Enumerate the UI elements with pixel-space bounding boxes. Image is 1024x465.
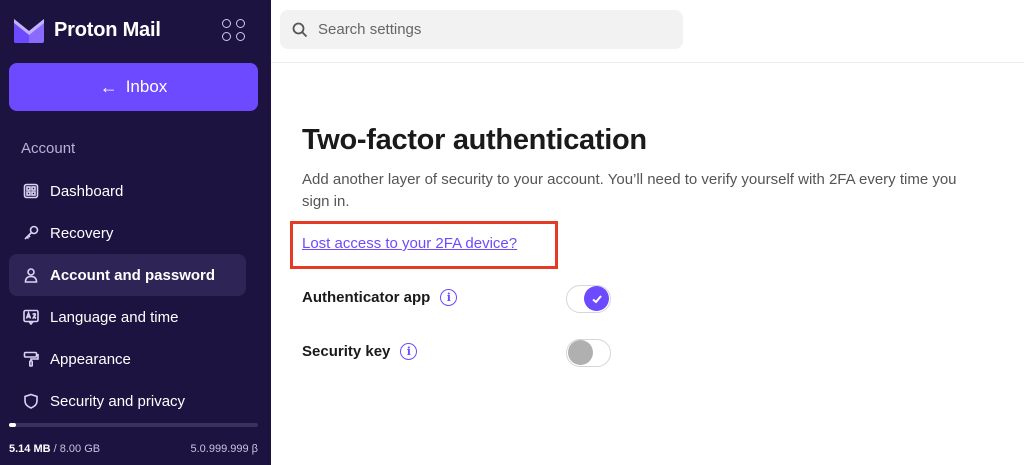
shield-icon: [22, 392, 40, 410]
sidebar-item-label: Appearance: [50, 350, 131, 368]
authenticator-app-label: Authenticator app: [302, 289, 431, 306]
paint-roller-icon: [22, 350, 40, 368]
settings-nav: Dashboard Recovery Account and password …: [9, 170, 246, 422]
toggle-knob: [584, 286, 609, 311]
search-icon: [292, 22, 308, 37]
storage-used: 5.14 MB: [9, 443, 51, 455]
section-label-account: Account: [21, 140, 76, 157]
authenticator-app-row: Authenticator app i: [302, 289, 458, 306]
storage-total: / 8.00 GB: [50, 443, 101, 455]
sidebar-item-appearance[interactable]: Appearance: [9, 338, 246, 380]
topbar: [271, 0, 1024, 63]
sidebar-item-label: Account and password: [50, 266, 216, 284]
storage-usage-fill: [9, 423, 16, 427]
authenticator-app-toggle[interactable]: [566, 285, 611, 313]
security-key-row: Security key i: [302, 343, 418, 360]
info-icon[interactable]: i: [440, 289, 458, 306]
app-switcher-icon[interactable]: [219, 16, 247, 44]
page-title: Two-factor authentication: [302, 124, 647, 156]
search-bar[interactable]: [280, 10, 683, 49]
sidebar-item-label: Dashboard: [50, 182, 124, 200]
inbox-button-label: Inbox: [125, 77, 168, 96]
dashboard-icon: [22, 182, 40, 200]
storage-usage-text: 5.14 MB / 8.00 GB: [9, 443, 100, 455]
app-window: Proton Mail ← Inbox Account Dashboard Re…: [0, 0, 1024, 465]
language-icon: [22, 308, 40, 326]
proton-mail-logo-icon: [14, 19, 44, 43]
sidebar-item-security-and-privacy[interactable]: Security and privacy: [9, 380, 246, 422]
user-icon: [22, 266, 40, 284]
page-description: Add another layer of security to your ac…: [302, 171, 957, 210]
sidebar-item-label: Language and time: [50, 308, 179, 326]
lost-2fa-device-link[interactable]: Lost access to your 2FA device?: [302, 235, 517, 252]
checkmark-icon: [591, 294, 602, 303]
brand[interactable]: Proton Mail: [12, 14, 161, 46]
app-version: 5.0.999.999 β: [190, 443, 259, 455]
security-key-toggle[interactable]: [566, 339, 611, 367]
sidebar-item-label: Recovery: [50, 224, 114, 242]
back-to-inbox-button[interactable]: ← Inbox: [9, 63, 258, 111]
storage-usage-bar: [9, 423, 258, 427]
key-icon: [22, 224, 40, 242]
sidebar-item-dashboard[interactable]: Dashboard: [9, 170, 246, 212]
security-key-label: Security key: [302, 343, 391, 360]
info-icon[interactable]: i: [400, 343, 418, 360]
sidebar-item-account-and-password[interactable]: Account and password: [9, 254, 246, 296]
arrow-left-icon: ←: [99, 76, 118, 97]
sidebar-item-language-and-time[interactable]: Language and time: [9, 296, 246, 338]
sidebar: Proton Mail ← Inbox Account Dashboard Re…: [0, 0, 271, 465]
toggle-knob: [568, 340, 593, 365]
brand-name: Proton Mail: [54, 18, 161, 41]
settings-content: Two-factor authentication Add another la…: [271, 64, 1024, 465]
sidebar-item-recovery[interactable]: Recovery: [9, 212, 246, 254]
sidebar-item-label: Security and privacy: [50, 392, 186, 410]
search-input[interactable]: [318, 21, 658, 38]
